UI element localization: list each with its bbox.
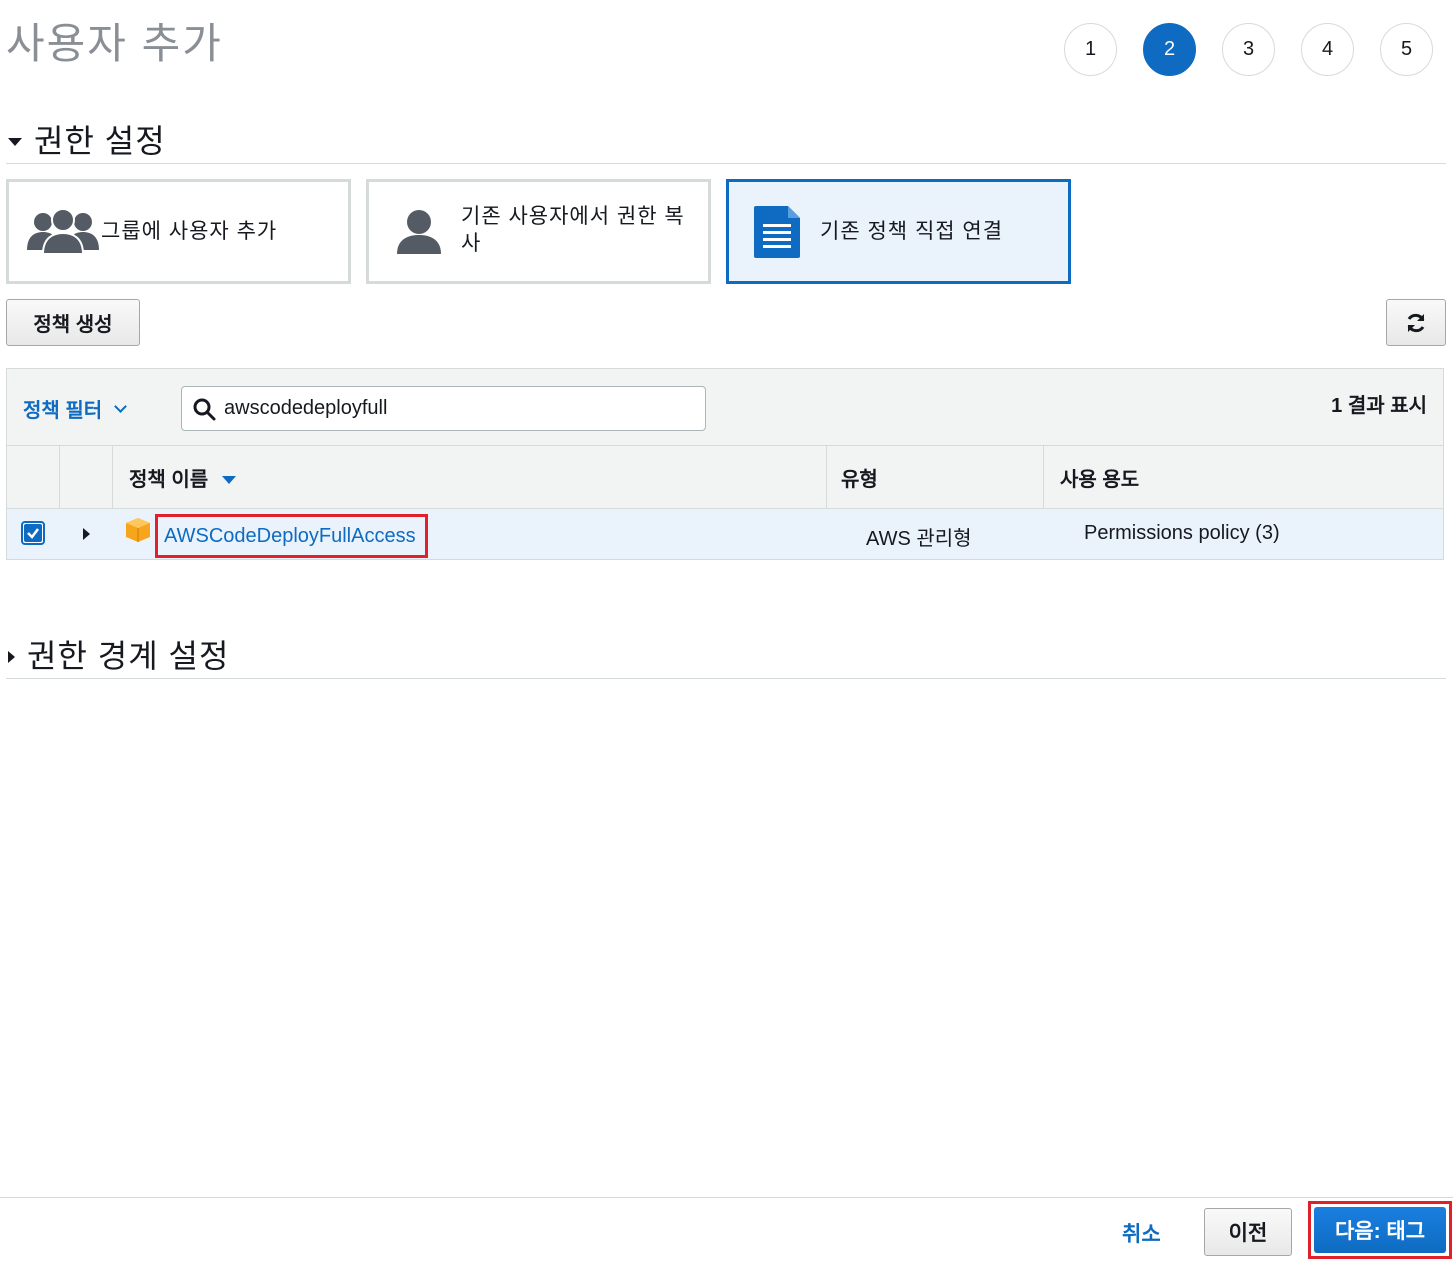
step-5[interactable]: 5 [1380, 23, 1433, 76]
step-3[interactable]: 3 [1222, 23, 1275, 76]
option-label: 기존 정책 직접 연결 [820, 220, 1004, 243]
policy-search-input[interactable] [224, 397, 684, 420]
step-1[interactable]: 1 [1064, 23, 1117, 76]
wizard-steps: 1 2 3 4 5 [1064, 23, 1433, 76]
divider [6, 678, 1446, 679]
header-select [7, 446, 59, 509]
header-policy-name-label: 정책 이름 [129, 469, 209, 491]
chevron-down-icon [114, 400, 128, 413]
header-policy-name[interactable]: 정책 이름 [112, 446, 826, 509]
checkmark-icon [27, 528, 39, 539]
aws-managed-cube-icon [125, 517, 151, 543]
results-count: 1 결과 표시 [1331, 395, 1427, 417]
row-checkbox[interactable] [21, 521, 45, 545]
next-tags-button[interactable]: 다음: 태그 [1314, 1207, 1446, 1253]
option-copy-permissions[interactable]: 기존 사용자에서 권한 복사 [366, 179, 711, 284]
caret-down-icon [8, 138, 22, 146]
option-add-user-to-group[interactable]: 그룹에 사용자 추가 [6, 179, 351, 284]
sort-desc-icon [222, 475, 237, 484]
header-type[interactable]: 유형 [826, 446, 1043, 509]
option-label: 기존 사용자에서 권한 복사 [461, 204, 685, 255]
page-title: 사용자 추가 [6, 20, 223, 67]
filter-bar: 정책 필터 1 결과 표시 [7, 369, 1443, 446]
footer-divider [0, 1197, 1453, 1198]
search-icon [192, 397, 216, 421]
refresh-icon [1404, 311, 1428, 335]
header-usage[interactable]: 사용 용도 [1043, 446, 1445, 509]
permissions-section-title: 권한 설정 [34, 123, 166, 159]
policies-table: 정책 필터 1 결과 표시 정책 이름 유형 [6, 368, 1444, 560]
cancel-link[interactable]: 취소 [1122, 1218, 1161, 1248]
policy-usage: Permissions policy (3) [1084, 522, 1280, 544]
create-policy-button[interactable]: 정책 생성 [6, 299, 140, 346]
policy-filter-label: 정책 필터 [23, 400, 103, 422]
table-header: 정책 이름 유형 사용 용도 [7, 446, 1443, 509]
add-user-page: 사용자 추가 1 2 3 4 5 권한 설정 그룹에 사용자 추가 기존 사용자… [0, 0, 1453, 1261]
permissions-section-header[interactable]: 권한 설정 [8, 116, 166, 162]
option-attach-existing-policy[interactable]: 기존 정책 직접 연결 [726, 179, 1071, 284]
step-2-current[interactable]: 2 [1143, 23, 1196, 76]
header-expand [59, 446, 112, 509]
user-icon [395, 208, 443, 256]
boundary-section-title: 권한 경계 설정 [27, 638, 230, 674]
expand-row-icon[interactable] [83, 528, 90, 540]
boundary-section-header[interactable]: 권한 경계 설정 [8, 631, 229, 677]
document-icon [754, 205, 800, 258]
divider [6, 163, 1446, 164]
next-button-highlight: 다음: 태그 [1308, 1201, 1452, 1259]
option-label: 그룹에 사용자 추가 [101, 220, 278, 243]
policy-filter-dropdown[interactable]: 정책 필터 [23, 394, 128, 423]
search-box [181, 386, 706, 431]
policy-name-link[interactable]: AWSCodeDeployFullAccess [155, 514, 428, 558]
step-4[interactable]: 4 [1301, 23, 1354, 76]
previous-button[interactable]: 이전 [1204, 1208, 1292, 1256]
users-group-icon [27, 207, 99, 256]
policy-type: AWS 관리형 [866, 528, 972, 550]
caret-right-icon [8, 651, 15, 663]
table-row: AWSCodeDeployFullAccess AWS 관리형 Permissi… [7, 509, 1443, 559]
refresh-button[interactable] [1386, 299, 1446, 346]
